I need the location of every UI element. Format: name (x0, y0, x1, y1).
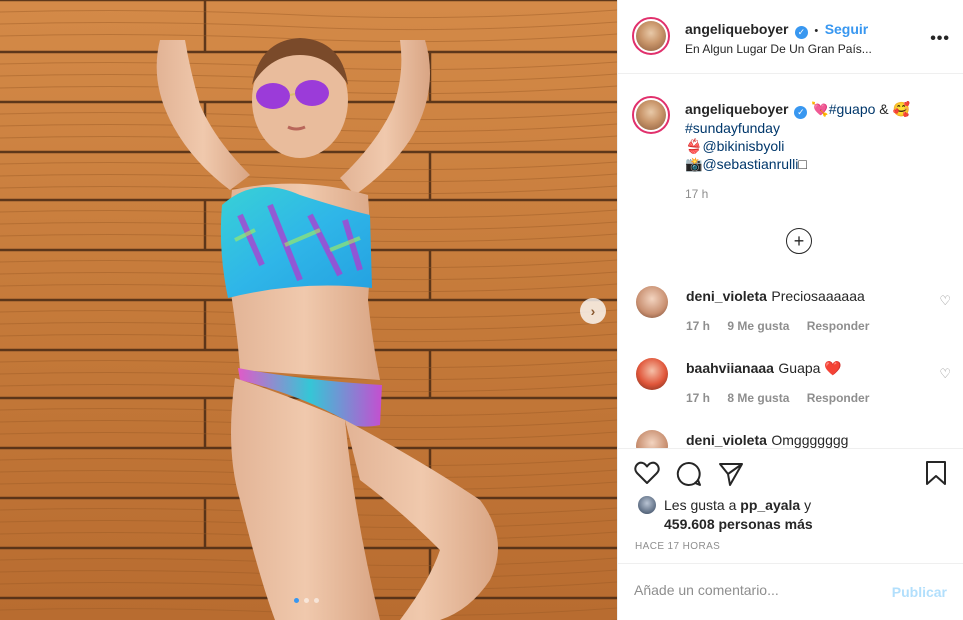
likes-count[interactable]: 459.608 personas más (664, 516, 813, 532)
comment-item: deni_violeta Preciosaaaaaa (686, 288, 865, 306)
carousel-indicator (294, 598, 319, 603)
bookmark-icon[interactable] (924, 460, 948, 491)
smile-emoji: 🥰 (892, 101, 910, 117)
post-time-ago[interactable]: HACE 17 HORAS (635, 541, 720, 552)
reply-button[interactable]: Responder (807, 319, 870, 333)
carousel-dot (294, 598, 299, 603)
hashtag-sundayfunday[interactable]: #sundayfunday (685, 120, 780, 136)
likes-conjunction: y (804, 497, 812, 513)
like-comment-heart-icon[interactable]: ♡ (939, 293, 951, 309)
comment-username[interactable]: baahviianaaa (686, 360, 774, 376)
post-side-panel: angeliqueboyer ✓ • Seguir En Algun Lugar… (617, 0, 963, 620)
heart-emoji: 💘 (811, 101, 829, 117)
author-username[interactable]: angeliqueboyer (685, 21, 788, 37)
comment-icon[interactable] (676, 461, 702, 492)
plus-icon: + (793, 230, 805, 251)
comment-item: baahviianaaa Guapa ❤️ (686, 360, 842, 378)
likes-prefix: Les gusta a (664, 497, 737, 513)
post-caption: angeliqueboyer ✓ 💘#guapo & 🥰 #sundayfund… (685, 100, 945, 203)
comment-input[interactable] (634, 582, 874, 598)
comment-time[interactable]: 17 h (686, 319, 710, 333)
like-comment-heart-icon[interactable]: ♡ (939, 366, 951, 382)
comment-time[interactable]: 17 h (686, 391, 710, 405)
ampersand: & (879, 101, 889, 117)
add-comment-bar: Publicar (618, 563, 963, 620)
caption-time[interactable]: 17 h (685, 185, 945, 203)
post-image (0, 0, 617, 620)
unknown-glyph: □ (798, 156, 807, 172)
liker-username[interactable]: pp_ayala (740, 497, 800, 513)
carousel-dot (304, 598, 309, 603)
mention-sebastianrulli[interactable]: @sebastianrulli (702, 156, 798, 172)
avatar[interactable] (632, 17, 670, 55)
load-more-comments-button[interactable]: + (786, 228, 812, 254)
publish-button[interactable]: Publicar (892, 584, 947, 600)
next-photo-button[interactable]: › (580, 298, 606, 324)
comment-text: Preciosaaaaaa (771, 288, 865, 304)
follow-button[interactable]: Seguir (825, 21, 869, 37)
mention-bikinisbyoli[interactable]: @bikinisbyoli (702, 138, 784, 154)
post-actions: Les gusta a pp_ayala y 459.608 personas … (618, 448, 963, 620)
liker-avatar[interactable] (638, 496, 656, 514)
camera-emoji: 📸 (685, 156, 703, 172)
caption-avatar[interactable] (632, 96, 670, 134)
post-header: angeliqueboyer ✓ • Seguir En Algun Lugar… (618, 0, 963, 74)
comment-likes[interactable]: 8 Me gusta (727, 391, 789, 405)
comment-username[interactable]: deni_violeta (686, 432, 767, 448)
likes-summary: Les gusta a pp_ayala y 459.608 personas … (664, 496, 813, 534)
separator: • (814, 25, 819, 37)
post-photo[interactable]: › (0, 0, 617, 620)
commenter-avatar[interactable] (636, 286, 668, 318)
chevron-right-icon: › (590, 303, 596, 319)
reply-button[interactable]: Responder (807, 391, 870, 405)
comment-likes[interactable]: 9 Me gusta (727, 319, 789, 333)
comment-username[interactable]: deni_violeta (686, 288, 767, 304)
comment-text: Omggggggg (771, 432, 849, 448)
verified-badge-icon: ✓ (794, 106, 808, 119)
comment-meta: 17 h 9 Me gusta Responder (686, 319, 883, 333)
heart-icon[interactable] (634, 461, 660, 490)
commenter-avatar[interactable] (636, 358, 668, 390)
verified-badge-icon: ✓ (794, 26, 808, 39)
carousel-dot (314, 598, 319, 603)
bikini-emoji: 👙 (685, 138, 703, 154)
caption-username[interactable]: angeliqueboyer (685, 101, 788, 117)
hashtag-guapo[interactable]: #guapo (829, 101, 876, 117)
comment-meta: 17 h 8 Me gusta Responder (686, 391, 883, 405)
more-options-icon[interactable]: ••• (930, 30, 950, 48)
comment-text: Guapa ❤️ (778, 360, 842, 376)
post-location[interactable]: En Algun Lugar De Un Gran País... (685, 42, 872, 56)
paper-plane-icon[interactable] (718, 461, 744, 492)
